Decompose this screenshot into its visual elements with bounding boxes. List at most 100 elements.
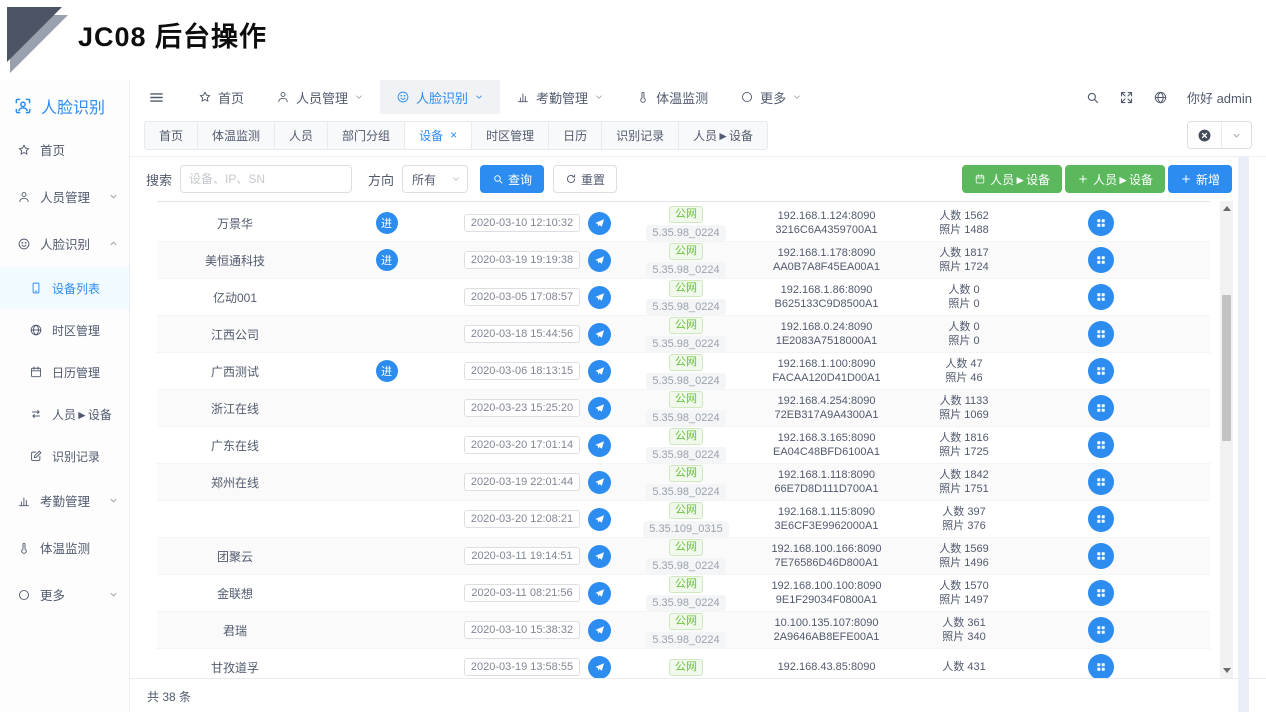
device-serial: EA04C48BFD6100A1 <box>757 445 896 459</box>
send-button[interactable] <box>588 360 611 383</box>
menu-toggle-icon[interactable] <box>140 80 172 114</box>
send-button[interactable] <box>588 212 611 235</box>
plus-icon <box>1180 173 1192 185</box>
topnav-item[interactable]: 首页 <box>182 80 260 114</box>
row-actions-button[interactable] <box>1088 284 1114 310</box>
row-actions-button[interactable] <box>1088 432 1114 458</box>
sidebar-item[interactable]: 首页 <box>0 126 129 173</box>
network-badge: 公网 <box>669 465 703 482</box>
send-button[interactable] <box>588 619 611 642</box>
row-actions-button[interactable] <box>1088 247 1114 273</box>
device-serial: 66E7D8D111D700A1 <box>757 482 896 496</box>
page-scroll-gutter[interactable] <box>1238 157 1249 712</box>
people-count: 人数 1816 <box>896 431 1032 445</box>
row-actions-button[interactable] <box>1088 506 1114 532</box>
reset-button[interactable]: 重置 <box>553 165 617 193</box>
row-actions-button[interactable] <box>1088 543 1114 569</box>
send-button[interactable] <box>588 656 611 679</box>
row-actions-button[interactable] <box>1088 654 1114 678</box>
fullscreen-icon[interactable] <box>1119 90 1134 105</box>
send-button[interactable] <box>588 249 611 272</box>
sidebar-item[interactable]: 体温监测 <box>0 524 129 571</box>
firmware-version: 5.35.98_0224 <box>646 262 725 278</box>
sidebar-item[interactable]: 日历管理 <box>0 351 129 393</box>
send-icon <box>594 514 605 525</box>
add-device-button[interactable]: 新增 <box>1168 165 1232 193</box>
tab[interactable]: 时区管理 <box>472 121 549 150</box>
topnav-item[interactable]: 考勤管理 <box>500 80 620 114</box>
tab[interactable]: 体温监测 <box>198 121 275 150</box>
language-icon[interactable] <box>1153 90 1168 105</box>
row-actions-button[interactable] <box>1088 358 1114 384</box>
send-button[interactable] <box>588 397 611 420</box>
send-button[interactable] <box>588 471 611 494</box>
topnav-item[interactable]: 更多 <box>724 80 818 114</box>
scroll-up-arrow-icon[interactable] <box>1223 206 1231 211</box>
tab[interactable]: 人员 <box>275 121 328 150</box>
topnav-item[interactable]: 人脸识别 <box>380 80 500 114</box>
query-button[interactable]: 查询 <box>480 165 544 193</box>
device-name: 广西测试 <box>157 363 313 380</box>
send-button[interactable] <box>588 323 611 346</box>
people-count: 人数 0 <box>896 283 1032 297</box>
device-name: 万景华 <box>157 215 313 232</box>
tab[interactable]: 首页 <box>144 121 198 150</box>
device-serial: 9E1F29034F0800A1 <box>757 593 896 607</box>
sidebar-item[interactable]: 更多 <box>0 571 129 618</box>
tab[interactable]: 设备 × <box>405 121 472 150</box>
tab-label: 日历 <box>563 127 587 144</box>
device-ip: 192.168.1.100:8090 <box>757 357 896 371</box>
row-actions-button[interactable] <box>1088 617 1114 643</box>
device-name: 江西公司 <box>157 326 313 343</box>
grid-icon <box>1095 291 1107 303</box>
sidebar-item[interactable]: 人脸识别 <box>0 220 129 267</box>
add-person-device-button[interactable]: 人员►设备 <box>1065 165 1165 193</box>
network-badge: 公网 <box>669 428 703 445</box>
search-input[interactable] <box>180 165 352 193</box>
sidebar-item[interactable]: 时区管理 <box>0 309 129 351</box>
row-actions-button[interactable] <box>1088 580 1114 606</box>
topnav-item[interactable]: 体温监测 <box>620 80 724 114</box>
scroll-down-arrow-icon[interactable] <box>1223 668 1231 673</box>
photo-count: 照片 1751 <box>896 482 1032 496</box>
row-actions-button[interactable] <box>1088 210 1114 236</box>
sidebar-item-label: 人员►设备 <box>52 406 112 423</box>
sidebar-item-label: 首页 <box>40 140 65 159</box>
grid-icon <box>1095 402 1107 414</box>
scrollbar-thumb[interactable] <box>1222 295 1231 441</box>
person-device-list-label: 人员►设备 <box>990 171 1050 188</box>
face-icon <box>17 237 31 251</box>
sidebar-item[interactable]: 人员管理 <box>0 173 129 220</box>
topnav-item[interactable]: 人员管理 <box>260 80 380 114</box>
device-ip: 192.168.43.85:8090 <box>757 660 896 674</box>
device-serial: AA0B7A8F45EA00A1 <box>757 260 896 274</box>
row-actions-button[interactable] <box>1088 469 1114 495</box>
person-device-list-button[interactable]: 人员►设备 <box>962 165 1062 193</box>
tab[interactable]: 识别记录 <box>602 121 679 150</box>
tab-close-icon[interactable]: × <box>450 128 457 142</box>
send-button[interactable] <box>588 434 611 457</box>
direction-select[interactable]: 所有 <box>402 165 468 193</box>
search-icon[interactable] <box>1085 90 1100 105</box>
tab[interactable]: 部门分组 <box>328 121 405 150</box>
table-scrollbar[interactable] <box>1220 201 1233 678</box>
send-button[interactable] <box>588 545 611 568</box>
tab[interactable]: 人员►设备 <box>679 121 768 150</box>
chevron-up-icon <box>108 238 119 249</box>
send-button[interactable] <box>588 286 611 309</box>
send-button[interactable] <box>588 508 611 531</box>
close-all-tabs-button[interactable] <box>1188 122 1221 148</box>
tab[interactable]: 日历 <box>549 121 602 150</box>
sidebar-item[interactable]: 人员►设备 <box>0 393 129 435</box>
sidebar-item[interactable]: 考勤管理 <box>0 477 129 524</box>
tab-options-dropdown[interactable] <box>1221 122 1251 148</box>
sidebar-item[interactable]: 识别记录 <box>0 435 129 477</box>
device-row: 亿动001 2020-03-05 17:08:57 公网 5.35.98_022… <box>157 279 1210 316</box>
send-button[interactable] <box>588 582 611 605</box>
firmware-version: 5.35.98_0224 <box>646 447 725 463</box>
row-actions-button[interactable] <box>1088 395 1114 421</box>
user-greeting[interactable]: 你好 admin <box>1187 88 1252 107</box>
device-name: 广东在线 <box>157 437 313 454</box>
sidebar-item[interactable]: 设备列表 <box>0 267 129 309</box>
row-actions-button[interactable] <box>1088 321 1114 347</box>
